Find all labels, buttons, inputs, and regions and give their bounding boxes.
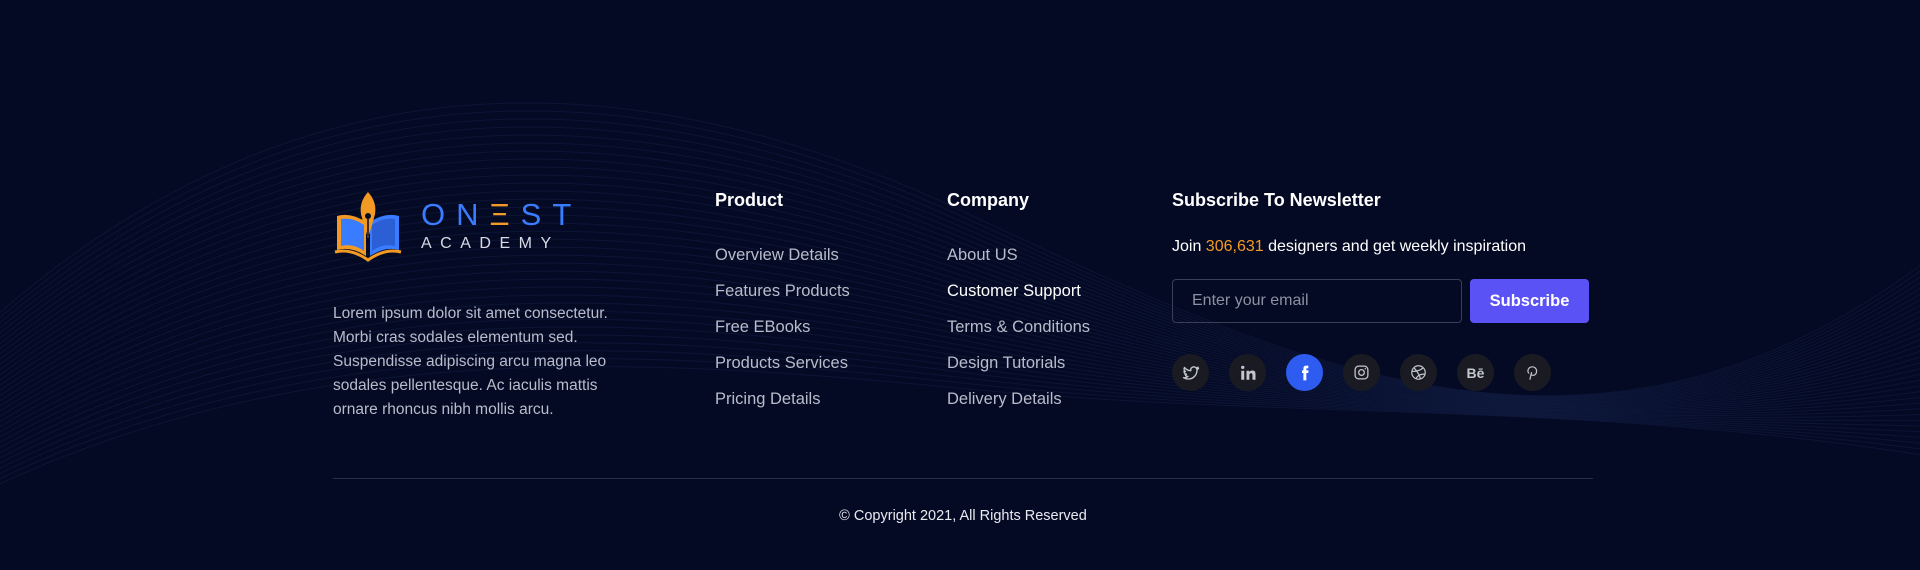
twitter-icon[interactable] <box>1172 354 1209 391</box>
brand-description: Lorem ipsum dolor sit amet consectetur. … <box>333 305 608 418</box>
footer-link-item: Terms & Conditions <box>947 312 1147 348</box>
pinterest-icon[interactable] <box>1514 354 1551 391</box>
footer-link[interactable]: Overview Details <box>715 246 839 264</box>
logo[interactable]: ONΞST ACADEMY <box>333 190 643 262</box>
footer-link-item: Design Tutorials <box>947 348 1147 384</box>
newsletter-title: Subscribe To Newsletter <box>1172 190 1381 210</box>
logo-wordmark: ONΞST ACADEMY <box>421 199 582 253</box>
subscribe-button[interactable]: Subscribe <box>1470 279 1589 323</box>
footer-link[interactable]: About US <box>947 246 1018 264</box>
copyright-text: © Copyright 2021, All Rights Reserved <box>839 508 1087 524</box>
footer-link-item: About US <box>947 240 1147 276</box>
footer-link-item: Overview Details <box>715 240 915 276</box>
social-links: Bē <box>1172 354 1592 391</box>
footer-link-highlighted[interactable]: Customer Support <box>947 282 1081 300</box>
newsletter-column: Subscribe To Newsletter Join 306,631 des… <box>1172 188 1592 391</box>
footer-link[interactable]: Delivery Details <box>947 390 1062 408</box>
footer-link[interactable]: Products Services <box>715 354 848 372</box>
behance-icon[interactable]: Bē <box>1457 354 1494 391</box>
email-input[interactable] <box>1172 279 1462 323</box>
footer-link-item: Delivery Details <box>947 384 1147 420</box>
footer-link[interactable]: Terms & Conditions <box>947 318 1090 336</box>
footer-link[interactable]: Free EBooks <box>715 318 810 336</box>
subscriber-count: 306,631 <box>1205 238 1264 255</box>
company-column-title: Company <box>947 190 1030 210</box>
product-links: Overview Details Features Products Free … <box>715 240 915 420</box>
footer-divider <box>333 478 1593 479</box>
brand-column: ONΞST ACADEMY Lorem ipsum dolor sit amet… <box>333 190 643 438</box>
footer-link-item: Features Products <box>715 276 915 312</box>
newsletter-text: Join 306,631 designers and get weekly in… <box>1172 238 1527 255</box>
logo-name: ONΞST <box>421 197 583 232</box>
book-pen-logo-icon <box>334 192 402 262</box>
instagram-icon[interactable] <box>1343 354 1380 391</box>
footer-link-item: Pricing Details <box>715 384 915 420</box>
facebook-icon[interactable] <box>1286 354 1323 391</box>
site-footer: ONΞST ACADEMY Lorem ipsum dolor sit amet… <box>0 0 1920 570</box>
product-column-title: Product <box>715 190 784 210</box>
company-column: Company About US Customer Support Terms … <box>947 188 1147 420</box>
newsletter-form: Subscribe <box>1172 279 1592 323</box>
product-column: Product Overview Details Features Produc… <box>715 188 915 420</box>
footer-link[interactable]: Design Tutorials <box>947 354 1065 372</box>
footer-link[interactable]: Features Products <box>715 282 850 300</box>
logo-subtitle: ACADEMY <box>421 235 560 252</box>
linkedin-icon[interactable] <box>1229 354 1266 391</box>
footer-link-item: Free EBooks <box>715 312 915 348</box>
dribbble-icon[interactable] <box>1400 354 1437 391</box>
company-links: About US Customer Support Terms & Condit… <box>947 240 1147 420</box>
footer-link[interactable]: Pricing Details <box>715 390 820 408</box>
footer-link-item: Customer Support <box>947 276 1147 312</box>
footer-link-item: Products Services <box>715 348 915 384</box>
